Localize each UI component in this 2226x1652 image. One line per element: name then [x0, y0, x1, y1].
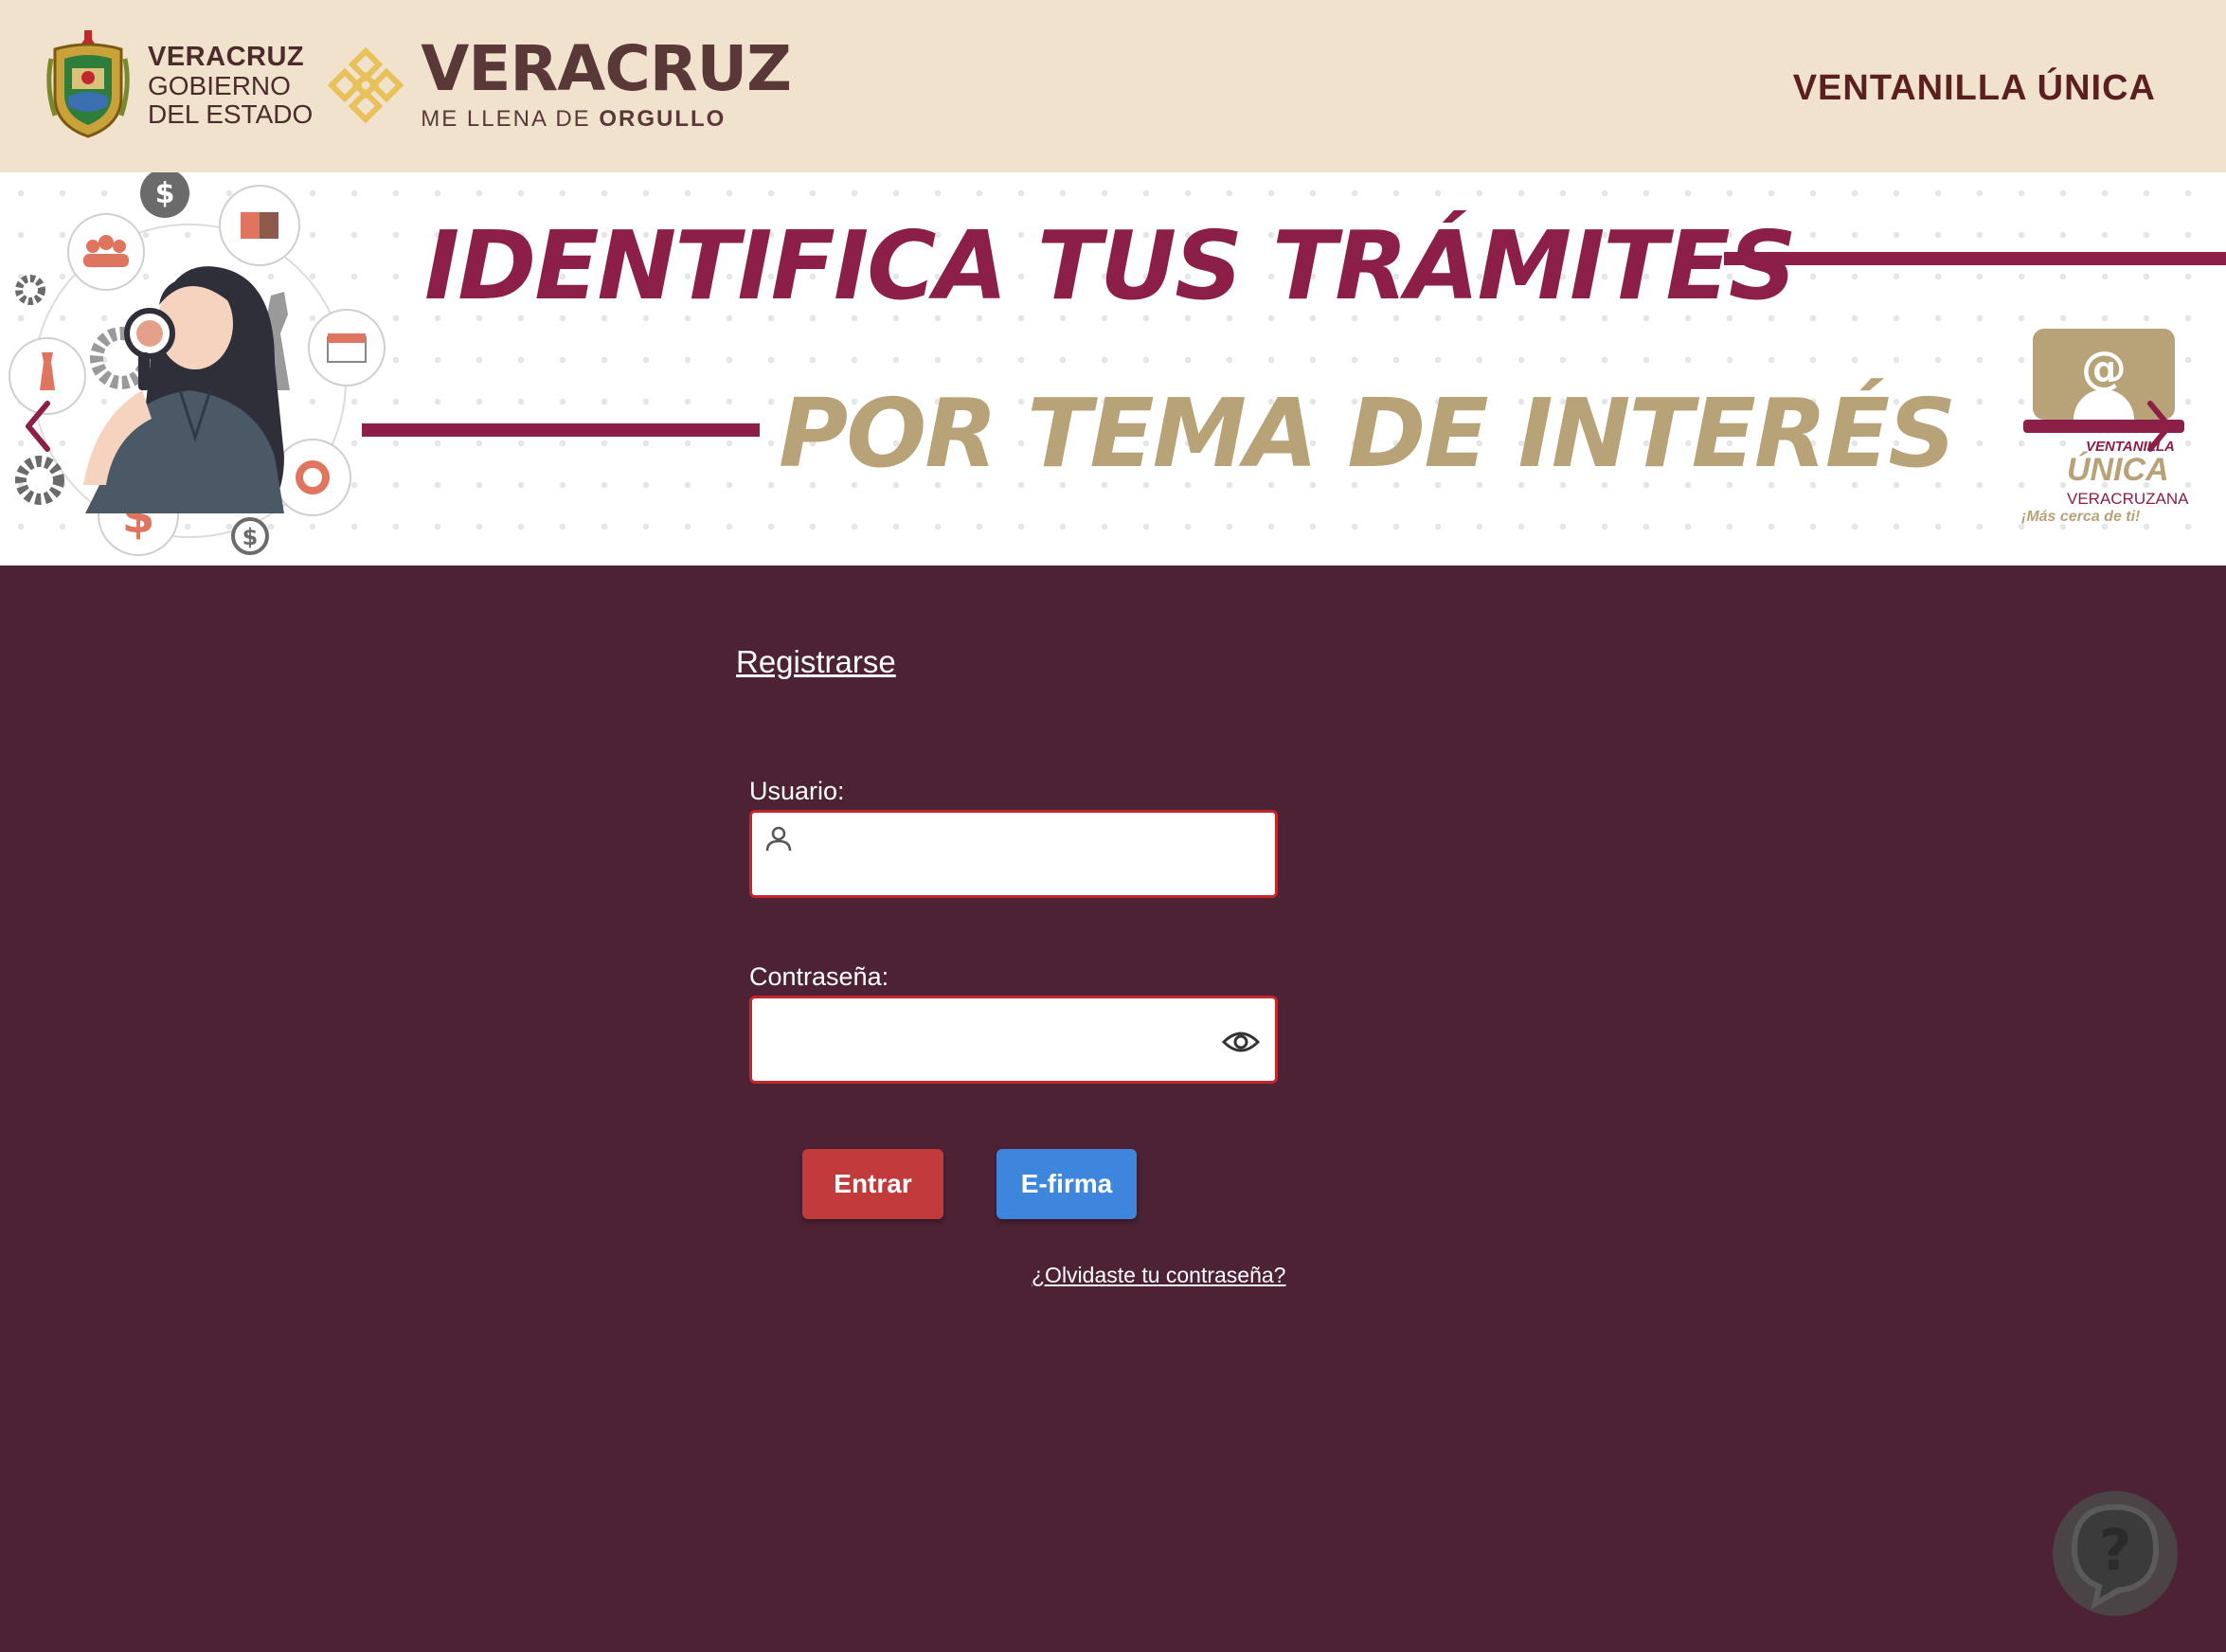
page-title: VENTANILLA ÚNICA — [1792, 68, 2156, 108]
gov-line-3: DEL ESTADO — [148, 99, 314, 129]
password-label: Contraseña: — [749, 962, 889, 991]
carousel-next-button[interactable] — [2131, 388, 2188, 464]
eye-icon[interactable] — [1222, 1027, 1260, 1057]
brand-tagline-prefix: ME LLENA DE — [421, 106, 600, 132]
chevron-right-icon — [2147, 401, 2172, 452]
gov-line-1: VERACRUZ — [148, 41, 305, 72]
user-icon — [765, 826, 792, 852]
chevron-left-icon — [26, 401, 50, 452]
site-header: VERACRUZ GOBIERNO DEL ESTADO VERACRUZ ME… — [0, 0, 2226, 172]
svg-text:$: $ — [155, 177, 175, 210]
password-field[interactable] — [749, 996, 1278, 1084]
enter-button[interactable]: Entrar — [802, 1149, 943, 1219]
banner-headline-line-2: POR TEMA DE INTERÉS — [779, 378, 1956, 489]
veracruz-knot-icon — [328, 47, 404, 123]
brand-main: VERACRUZ — [421, 32, 792, 105]
user-field[interactable] — [749, 810, 1278, 898]
logo-at-sign: @ — [2081, 342, 2127, 395]
efirma-button[interactable]: E-firma — [996, 1149, 1137, 1219]
gov-line-2: GOBIERNO — [148, 70, 291, 100]
password-input[interactable] — [762, 998, 1159, 1081]
brand-tagline-bold: ORGULLO — [599, 106, 727, 132]
coat-of-arms-icon — [46, 30, 130, 138]
svg-text:$: $ — [242, 524, 259, 550]
banner-headline-line-1: IDENTIFICA TUS TRÁMITES — [424, 210, 1797, 321]
woman-magnifier-illustration-icon: $ $ $ — [9, 172, 386, 556]
logo-slogan-text: ¡Más cerca de ti! — [2021, 509, 2141, 525]
help-question-icon: ? — [2099, 1517, 2132, 1584]
user-input[interactable] — [809, 813, 1207, 895]
government-name: VERACRUZ GOBIERNO DEL ESTADO — [148, 41, 314, 129]
user-label: Usuario: — [749, 777, 845, 805]
carousel-prev-button[interactable] — [9, 388, 66, 464]
government-logo-group[interactable]: VERACRUZ GOBIERNO DEL ESTADO VERACRUZ ME… — [45, 28, 792, 142]
forgot-password-link[interactable]: ¿Olvidaste tu contraseña? — [1032, 1263, 1285, 1288]
brand-tagline: ME LLENA DE ORGULLO — [421, 106, 791, 133]
logo-sub-text: VERACRUZANA — [2067, 490, 2189, 508]
banner-rule-top — [1724, 252, 2226, 265]
brand-mark: VERACRUZ ME LLENA DE ORGULLO — [421, 32, 792, 133]
help-chat-button[interactable]: ? — [2046, 1484, 2184, 1623]
hero-banner-carousel: $ $ $ IDENTIFICA TUS TRÁMITES POR TEMA D… — [0, 172, 2226, 566]
register-link[interactable]: Registrarse — [736, 644, 896, 680]
banner-rule-bottom — [362, 423, 760, 437]
